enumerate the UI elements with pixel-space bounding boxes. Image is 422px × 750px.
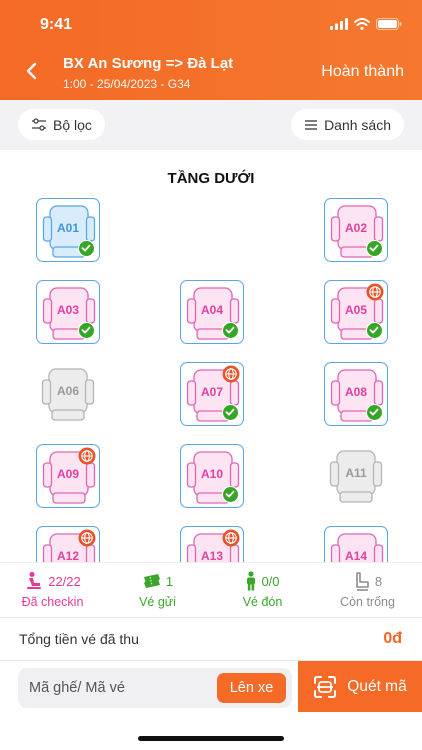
checkin-icon xyxy=(27,572,42,589)
seat-label: A01 xyxy=(56,221,79,235)
seat-label: A03 xyxy=(56,303,79,317)
seat-label: A08 xyxy=(344,385,367,399)
done-button[interactable]: Hoàn thành xyxy=(321,63,404,81)
seat-a13[interactable]: A13 xyxy=(180,526,244,562)
globe-icon xyxy=(366,283,384,301)
seat-label: A12 xyxy=(56,549,79,562)
seat-label: A07 xyxy=(200,385,223,399)
seat-a14[interactable]: A14 xyxy=(324,526,388,562)
globe-icon xyxy=(78,447,96,465)
seat-a02[interactable]: A02 xyxy=(324,198,388,262)
battery-icon xyxy=(376,18,402,30)
seat-a03[interactable]: A03 xyxy=(36,280,100,344)
seat-a10[interactable]: A10 xyxy=(180,444,244,508)
seat-icon xyxy=(356,572,369,591)
filter-icon xyxy=(32,117,46,131)
stats-bar: 22/22 Đã checkin 1 Vé gửi 0/0 Vé đón 8 C… xyxy=(0,562,422,617)
app-header: 9:41 BX An Sương => Đà Lạt 1:00 - 25/04/… xyxy=(0,0,422,100)
status-time: 9:41 xyxy=(40,16,73,33)
seat-label: A02 xyxy=(344,221,367,235)
seat-a04[interactable]: A04 xyxy=(180,280,244,344)
stat-checkin-value: 22/22 xyxy=(48,573,81,589)
check-icon xyxy=(222,404,239,421)
seat-label: A11 xyxy=(345,466,367,480)
floor-title: TẦNG DƯỚI xyxy=(167,170,255,187)
stat-empty[interactable]: 8 Còn trống xyxy=(315,570,420,609)
trip-info: 1:00 - 25/04/2023 - G34 xyxy=(63,77,191,91)
seat-label: A14 xyxy=(344,549,367,562)
seat-a01[interactable]: A01 xyxy=(36,198,100,262)
seat-label: A13 xyxy=(200,549,223,562)
stat-pickup-label: Vé đón xyxy=(242,595,283,609)
person-icon xyxy=(247,571,256,591)
back-icon[interactable] xyxy=(22,60,44,82)
scan-label: Quét mã xyxy=(347,677,407,695)
total-value: 0đ xyxy=(383,630,402,647)
ticket-icon xyxy=(143,574,160,588)
stat-pickup[interactable]: 0/0 Vé đón xyxy=(210,570,315,609)
seat-label: A05 xyxy=(344,303,367,317)
seat-label: A10 xyxy=(200,467,223,481)
seat-label: A09 xyxy=(56,467,79,481)
route-title: BX An Sương => Đà Lạt xyxy=(63,55,234,72)
stat-checkin-label: Đã checkin xyxy=(21,595,84,609)
seat-a11[interactable]: A11 xyxy=(324,444,388,508)
seat-label: A04 xyxy=(200,303,223,317)
home-indicator xyxy=(138,736,284,741)
toolbar: Bộ lọc Danh sách xyxy=(0,100,422,150)
menu-icon xyxy=(305,119,318,130)
check-icon xyxy=(366,322,383,339)
list-button[interactable]: Danh sách xyxy=(291,109,404,140)
seat-a09[interactable]: A09 xyxy=(36,444,100,508)
globe-icon xyxy=(222,365,240,383)
signal-icon xyxy=(330,18,348,30)
scan-button[interactable]: Quét mã xyxy=(298,661,422,712)
total-label: Tổng tiền vé đã thu xyxy=(19,631,139,647)
check-icon xyxy=(222,322,239,339)
seat-a08[interactable]: A08 xyxy=(324,362,388,426)
stat-ticket-label: Vé gửi xyxy=(139,595,176,609)
seat-map: TẦNG DƯỚI A01 A02 A03 A04 A05 A06 A07 A08 A09 A10… xyxy=(0,150,422,562)
globe-icon xyxy=(222,529,240,547)
check-icon xyxy=(222,486,239,503)
seat-a12[interactable]: A12 xyxy=(36,526,100,562)
seat-code-input[interactable] xyxy=(18,668,208,708)
wifi-icon xyxy=(354,18,370,30)
stat-empty-value: 8 xyxy=(374,573,383,589)
check-icon xyxy=(366,240,383,257)
seat-a06[interactable]: A06 xyxy=(36,362,100,426)
list-label: Danh sách xyxy=(324,116,391,133)
stat-checkin[interactable]: 22/22 Đã checkin xyxy=(0,570,105,609)
status-icons xyxy=(330,18,402,30)
scan-icon xyxy=(314,675,337,698)
check-icon xyxy=(78,240,95,257)
filter-button[interactable]: Bộ lọc xyxy=(18,109,105,140)
stat-ticket[interactable]: 1 Vé gửi xyxy=(105,570,210,610)
stat-pickup-value: 0/0 xyxy=(261,573,280,589)
stat-empty-label: Còn trống xyxy=(340,595,395,609)
seat-a05[interactable]: A05 xyxy=(324,280,388,344)
seat-a07[interactable]: A07 xyxy=(180,362,244,426)
stat-ticket-value: 1 xyxy=(165,573,174,589)
globe-icon xyxy=(78,529,96,547)
board-button[interactable]: Lên xe xyxy=(217,673,286,703)
check-icon xyxy=(366,404,383,421)
seat-label: A06 xyxy=(56,384,79,398)
total-row: Tổng tiền vé đã thu 0đ xyxy=(0,617,422,661)
seat-search-box: Lên xe xyxy=(18,668,292,708)
filter-label: Bộ lọc xyxy=(53,116,92,133)
check-icon xyxy=(78,322,95,339)
bottom-bar: Lên xe Quét mã xyxy=(0,661,422,750)
